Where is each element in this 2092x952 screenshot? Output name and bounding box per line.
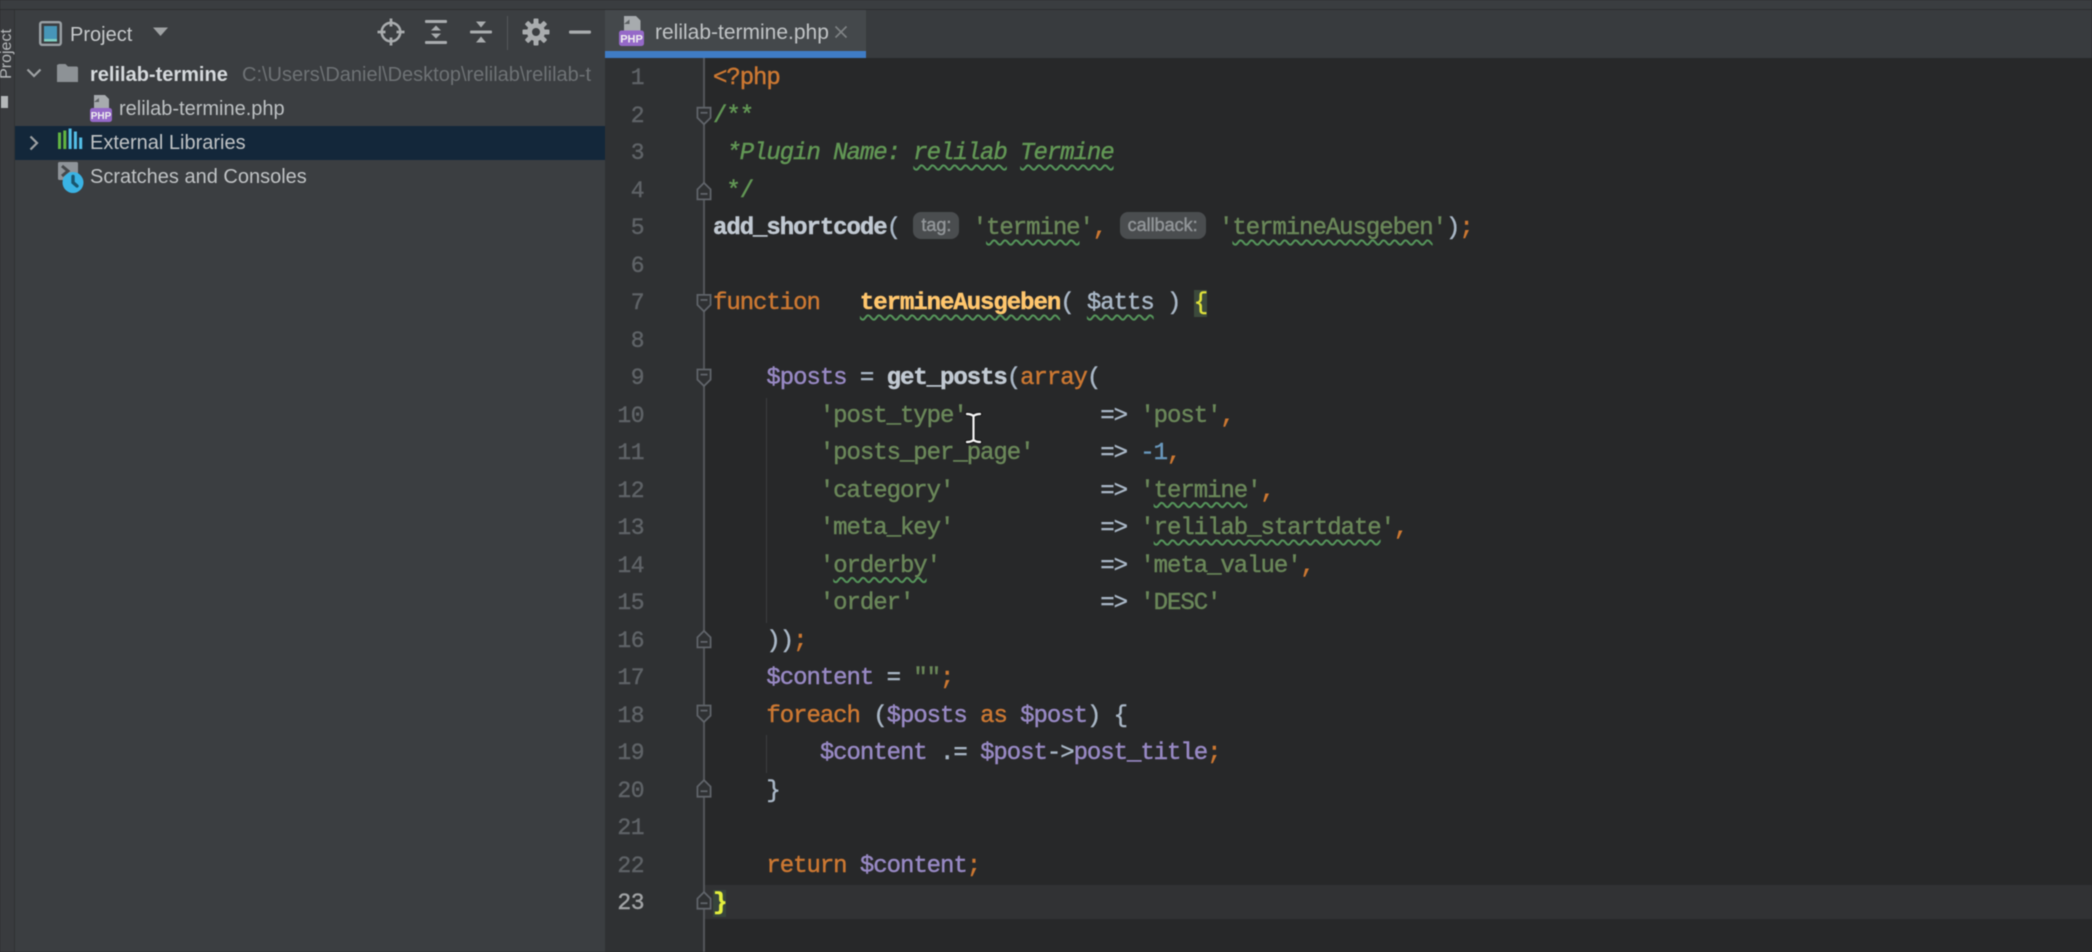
- svg-text:PHP: PHP: [620, 34, 643, 46]
- svg-text:PHP: PHP: [91, 111, 112, 122]
